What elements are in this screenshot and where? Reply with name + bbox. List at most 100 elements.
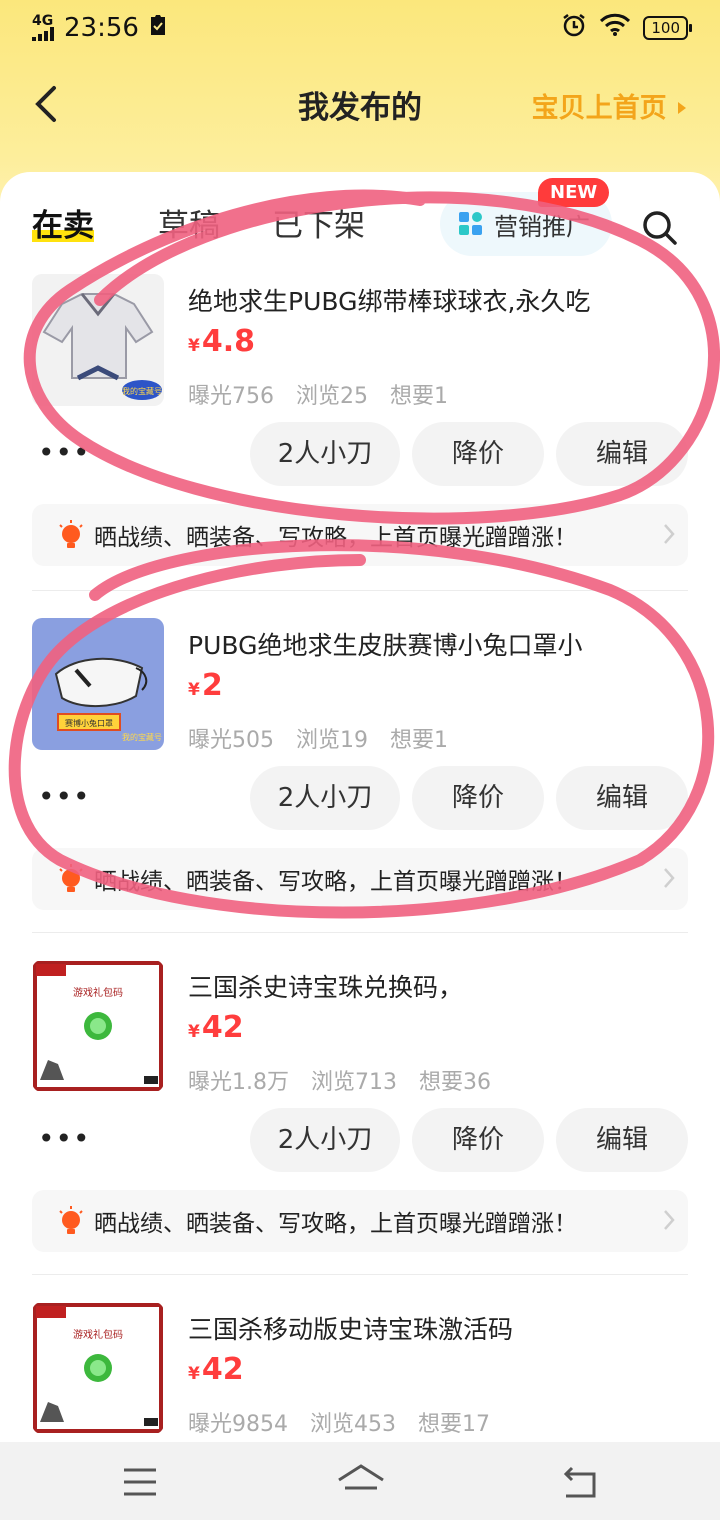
chevron-left-icon (35, 86, 56, 122)
sticker-text: 我的宝藏号 (122, 386, 162, 396)
item-stats: 曝光756 浏览25 想要1 (188, 378, 448, 410)
triangle-right-icon (678, 102, 686, 114)
wifi-icon (599, 13, 631, 44)
price-value: 42 (201, 1010, 244, 1045)
tab-drafts[interactable]: 草稿 (158, 200, 220, 245)
grid-icon (459, 212, 482, 235)
gift-card-text: 游戏礼包码 (73, 1328, 123, 1341)
exposure-count: 曝光756 (188, 384, 274, 409)
more-button[interactable]: ••• (38, 436, 91, 469)
gift-card-text: 游戏礼包码 (73, 986, 123, 999)
chevron-right-icon (664, 1210, 675, 1230)
edit-button[interactable]: 编辑 (556, 422, 688, 486)
lightbulb-icon (59, 1206, 83, 1234)
bargain-button[interactable]: 2人小刀 (250, 1108, 400, 1172)
alarm-icon (561, 12, 587, 45)
item-thumbnail[interactable]: 游戏礼包码 (32, 960, 164, 1092)
tip-text: 晒战绩、晒装备、写攻略，上首页曝光蹭蹭涨！ (94, 525, 577, 551)
exposure-count: 曝光9854 (188, 1412, 288, 1437)
home-icon (338, 1464, 384, 1490)
edit-button[interactable]: 编辑 (556, 766, 688, 830)
item-title: 三国杀移动版史诗宝珠激活码 (188, 1315, 514, 1344)
item-thumbnail[interactable]: 我的宝藏号 (32, 274, 164, 406)
reduce-price-button[interactable]: 降价 (412, 422, 544, 486)
reduce-price-button[interactable]: 降价 (412, 1108, 544, 1172)
marketing-label: 营销推广 (494, 212, 590, 241)
sticker-text: 我的宝藏号 (122, 732, 162, 742)
homepage-promo-link[interactable]: 宝贝上首页 (532, 86, 688, 125)
view-count: 浏览19 (296, 728, 368, 753)
more-button[interactable]: ••• (38, 780, 91, 813)
want-count: 想要36 (419, 1070, 491, 1095)
tip-text: 晒战绩、晒装备、写攻略，上首页曝光蹭蹭涨！ (94, 869, 577, 895)
currency-symbol: ¥ (188, 336, 200, 356)
tip-text: 晒战绩、晒装备、写攻略，上首页曝光蹭蹭涨！ (94, 1211, 577, 1237)
status-left: 4G 23:56 (32, 13, 167, 43)
currency-symbol: ¥ (188, 680, 200, 700)
item-title: 绝地求生PUBG绑带棒球球衣,永久吃 (188, 287, 591, 316)
tab-drafts-label: 草稿 (158, 208, 220, 244)
item-stats: 曝光1.8万 浏览713 想要36 (188, 1064, 491, 1096)
clock: 23:56 (64, 13, 139, 43)
menu-icon (124, 1468, 156, 1496)
gift-code-image: 游戏礼包码 (32, 1302, 164, 1434)
caption-text: 赛博小兔口罩 (65, 718, 113, 728)
tab-delisted-label: 已下架 (272, 208, 365, 244)
home-button[interactable] (336, 1462, 386, 1502)
mask-image: 赛博小兔口罩 我的宝藏号 (32, 618, 164, 750)
jersey-image: 我的宝藏号 (32, 274, 164, 406)
divider (32, 1274, 688, 1275)
divider (32, 932, 688, 933)
more-button[interactable]: ••• (38, 1122, 91, 1155)
search-icon (643, 211, 677, 245)
back-button[interactable] (28, 82, 68, 126)
divider (32, 590, 688, 591)
signal-icon: 4G (32, 13, 54, 41)
menu-button[interactable] (120, 1462, 160, 1502)
bargain-button[interactable]: 2人小刀 (250, 766, 400, 830)
exposure-count: 曝光505 (188, 728, 274, 753)
system-nav-bar (0, 1442, 720, 1520)
exposure-count: 曝光1.8万 (188, 1070, 289, 1095)
edit-button[interactable]: 编辑 (556, 1108, 688, 1172)
gift-code-image: 游戏礼包码 (32, 960, 164, 1092)
view-count: 浏览25 (296, 384, 368, 409)
status-bar: 4G 23:56 100 (0, 0, 720, 56)
return-icon (563, 1466, 596, 1498)
promo-tip-bar[interactable]: 晒战绩、晒装备、写攻略，上首页曝光蹭蹭涨！ (32, 504, 688, 566)
search-button[interactable] (640, 208, 680, 248)
item-price: ¥4.8 (188, 324, 255, 359)
tab-delisted[interactable]: 已下架 (272, 200, 365, 245)
lightbulb-icon (59, 864, 83, 892)
item-price: ¥2 (188, 668, 223, 703)
promo-tip-bar[interactable]: 晒战绩、晒装备、写攻略，上首页曝光蹭蹭涨！ (32, 848, 688, 910)
status-right: 100 (561, 12, 692, 45)
item-price: ¥42 (188, 1010, 244, 1045)
item-title: PUBG绝地求生皮肤赛博小兔口罩小 (188, 631, 583, 660)
price-value: 4.8 (201, 324, 255, 359)
view-count: 浏览713 (311, 1070, 397, 1095)
promo-tip-bar[interactable]: 晒战绩、晒装备、写攻略，上首页曝光蹭蹭涨！ (32, 1190, 688, 1252)
item-thumbnail[interactable]: 赛博小兔口罩 我的宝藏号 (32, 618, 164, 750)
tab-bar: 在卖 草稿 已下架 营销推广 NEW (0, 178, 720, 256)
reduce-price-button[interactable]: 降价 (412, 766, 544, 830)
price-value: 2 (201, 668, 223, 703)
network-type: 4G (32, 13, 54, 29)
page-header: 我发布的 宝贝上首页 (0, 60, 720, 146)
return-button[interactable] (560, 1462, 600, 1502)
item-thumbnail[interactable]: 游戏礼包码 (32, 1302, 164, 1434)
lightbulb-icon (59, 520, 83, 548)
new-badge: NEW (538, 178, 610, 207)
battery-icon: 100 (643, 16, 692, 40)
want-count: 想要1 (390, 728, 448, 753)
notification-icon (149, 13, 167, 43)
tab-selling[interactable]: 在卖 (32, 200, 94, 245)
chevron-right-icon (664, 868, 675, 888)
tab-selling-label: 在卖 (32, 208, 94, 244)
chevron-right-icon (664, 524, 675, 544)
item-stats: 曝光505 浏览19 想要1 (188, 722, 448, 754)
currency-symbol: ¥ (188, 1364, 200, 1384)
bargain-button[interactable]: 2人小刀 (250, 422, 400, 486)
homepage-promo-label: 宝贝上首页 (531, 93, 667, 124)
price-value: 42 (201, 1352, 244, 1387)
